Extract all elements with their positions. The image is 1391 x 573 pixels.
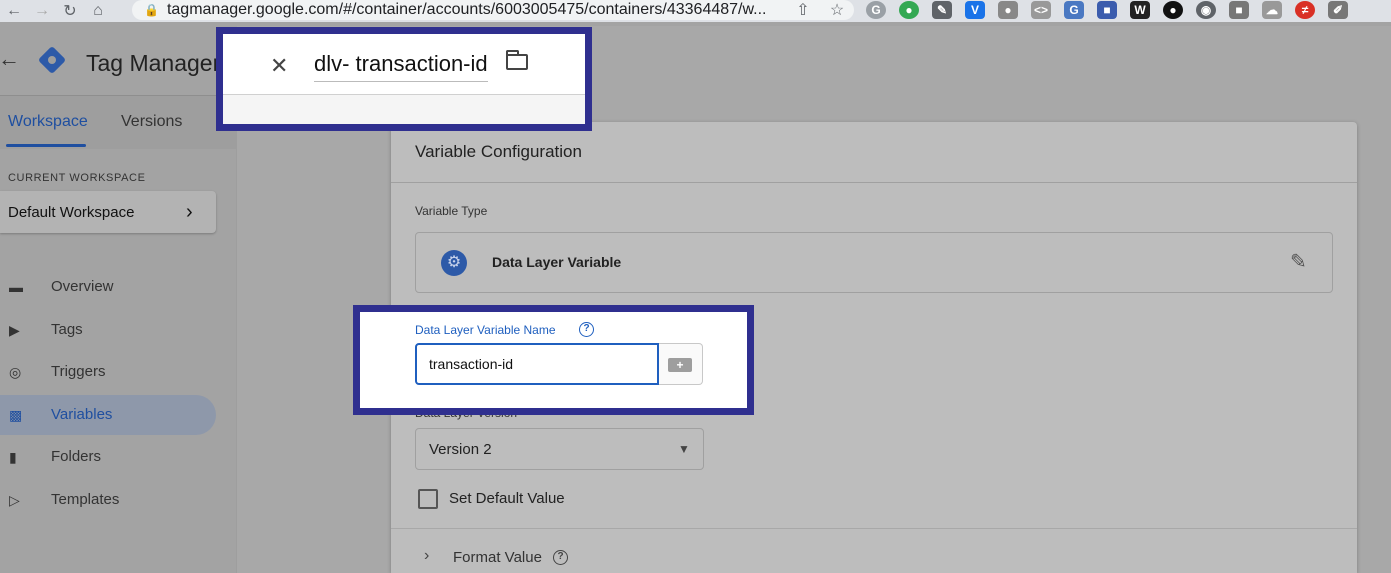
variable-insert-icon: + bbox=[668, 358, 692, 372]
workspace-name: Default Workspace bbox=[8, 204, 135, 221]
variables-icon: ▩ bbox=[9, 407, 23, 423]
extension-icon[interactable]: <> bbox=[1031, 1, 1051, 19]
variable-title-input[interactable]: dlv- transaction-id bbox=[314, 51, 488, 82]
template-icon: ▷ bbox=[9, 492, 20, 508]
product-name: Tag Manager bbox=[86, 50, 221, 76]
variable-type-label: Variable Type bbox=[415, 204, 488, 218]
default-value-label: Set Default Value bbox=[449, 490, 565, 507]
tab-workspace[interactable]: Workspace bbox=[8, 113, 88, 131]
sidebar-item-variables[interactable]: ▩ Variables bbox=[0, 395, 216, 435]
extension-icon[interactable]: ◉ bbox=[1196, 1, 1216, 19]
trigger-icon: ◎ bbox=[9, 364, 22, 380]
extension-icon[interactable]: ✎ bbox=[932, 1, 952, 19]
extension-icon[interactable]: G bbox=[1064, 1, 1084, 19]
back-icon[interactable]: ← bbox=[0, 2, 28, 20]
close-icon[interactable]: ✕ bbox=[270, 53, 288, 79]
sidebar-item-label: Overview bbox=[51, 278, 114, 295]
sidebar-item-label: Triggers bbox=[51, 363, 106, 380]
extension-icon[interactable]: ■ bbox=[1097, 1, 1117, 19]
sidebar-item-label: Variables bbox=[51, 406, 113, 423]
sidebar-item-label: Folders bbox=[51, 448, 102, 465]
dlv-name-label: Data Layer Variable Name bbox=[415, 323, 556, 337]
dlv-version-value: Version 2 bbox=[429, 441, 492, 458]
sidebar-item-folders[interactable]: ▮ Folders bbox=[0, 437, 216, 477]
pencil-icon[interactable]: ✎ bbox=[1290, 249, 1307, 274]
folder-icon[interactable] bbox=[506, 50, 528, 70]
bookmark-star-icon[interactable]: ☆ bbox=[820, 0, 854, 20]
current-workspace-label: CURRENT WORKSPACE bbox=[8, 172, 146, 184]
home-icon[interactable]: ⌂ bbox=[84, 2, 112, 20]
extension-icon[interactable]: ☁ bbox=[1262, 1, 1282, 19]
highlight-dlv-name: Data Layer Variable Name ? transaction-i… bbox=[353, 305, 754, 415]
dlv-name-value: transaction-id bbox=[429, 356, 514, 372]
sidebar-item-label: Tags bbox=[51, 321, 83, 338]
sidebar-item-templates[interactable]: ▷ Templates bbox=[0, 480, 216, 520]
variable-type-selector[interactable]: ⚙ Data Layer Variable ✎ bbox=[415, 232, 1333, 293]
active-tab-indicator bbox=[6, 144, 86, 147]
share-icon[interactable]: ⇧ bbox=[786, 0, 820, 20]
extension-icon[interactable]: ● bbox=[899, 1, 919, 19]
tab-versions[interactable]: Versions bbox=[121, 113, 182, 131]
dlv-version-select[interactable]: Version 2 ▼ bbox=[415, 428, 704, 470]
insert-variable-button[interactable]: + bbox=[659, 343, 703, 385]
sidebar-item-tags[interactable]: ▶ Tags bbox=[0, 310, 216, 350]
extensions-bar: G ● ✎ V ● <> G ■ W ● ◉ ■ ☁ ≠ ✐ bbox=[866, 1, 1348, 19]
caret-down-icon: ▼ bbox=[678, 442, 690, 456]
extension-icon[interactable]: ● bbox=[998, 1, 1018, 19]
help-icon[interactable]: ? bbox=[579, 322, 594, 337]
chevron-right-icon: › bbox=[186, 201, 193, 223]
sidebar-item-triggers[interactable]: ◎ Triggers bbox=[0, 352, 216, 392]
sidebar-item-label: Templates bbox=[51, 491, 120, 508]
highlight-variable-title: ✕ dlv- transaction-id bbox=[216, 27, 592, 131]
extension-icon[interactable]: V bbox=[965, 1, 985, 19]
divider bbox=[391, 182, 1357, 183]
dlv-name-input[interactable]: transaction-id bbox=[415, 343, 659, 385]
extension-icon[interactable]: ≠ bbox=[1295, 1, 1315, 19]
extension-icon[interactable]: G bbox=[866, 1, 886, 19]
editor-header-strip bbox=[223, 95, 585, 124]
default-value-checkbox[interactable] bbox=[418, 489, 438, 509]
gtm-logo-icon bbox=[36, 44, 68, 76]
gear-icon: ⚙ bbox=[441, 250, 467, 276]
url-text[interactable]: tagmanager.google.com/#/container/accoun… bbox=[167, 1, 786, 19]
sidebar: CURRENT WORKSPACE Default Workspace › ▬ … bbox=[0, 149, 236, 573]
sidebar-item-overview[interactable]: ▬ Overview bbox=[0, 267, 216, 307]
workspace-tabs: Workspace Versions bbox=[0, 96, 236, 148]
folder-icon: ▮ bbox=[9, 449, 17, 465]
reload-icon[interactable]: ↻ bbox=[56, 1, 84, 21]
variable-type-name: Data Layer Variable bbox=[492, 254, 622, 270]
extension-icon[interactable]: W bbox=[1130, 1, 1150, 19]
help-icon[interactable]: ? bbox=[553, 550, 568, 565]
extension-icon[interactable]: ● bbox=[1163, 1, 1183, 19]
extension-icon[interactable]: ✐ bbox=[1328, 1, 1348, 19]
card-title: Variable Configuration bbox=[415, 142, 582, 161]
back-arrow-icon[interactable]: ← bbox=[0, 46, 20, 72]
format-value-toggle[interactable]: Format Value bbox=[453, 549, 542, 566]
extension-icon[interactable]: ■ bbox=[1229, 1, 1249, 19]
overview-icon: ▬ bbox=[9, 279, 23, 295]
address-bar[interactable]: 🔒 tagmanager.google.com/#/container/acco… bbox=[132, 0, 854, 20]
forward-icon[interactable]: → bbox=[28, 2, 56, 20]
tag-icon: ▶ bbox=[9, 322, 20, 338]
chevron-right-icon[interactable]: › bbox=[424, 547, 429, 565]
divider bbox=[391, 528, 1357, 529]
lock-icon: 🔒 bbox=[144, 3, 159, 17]
workspace-selector[interactable]: Default Workspace › bbox=[0, 191, 216, 233]
